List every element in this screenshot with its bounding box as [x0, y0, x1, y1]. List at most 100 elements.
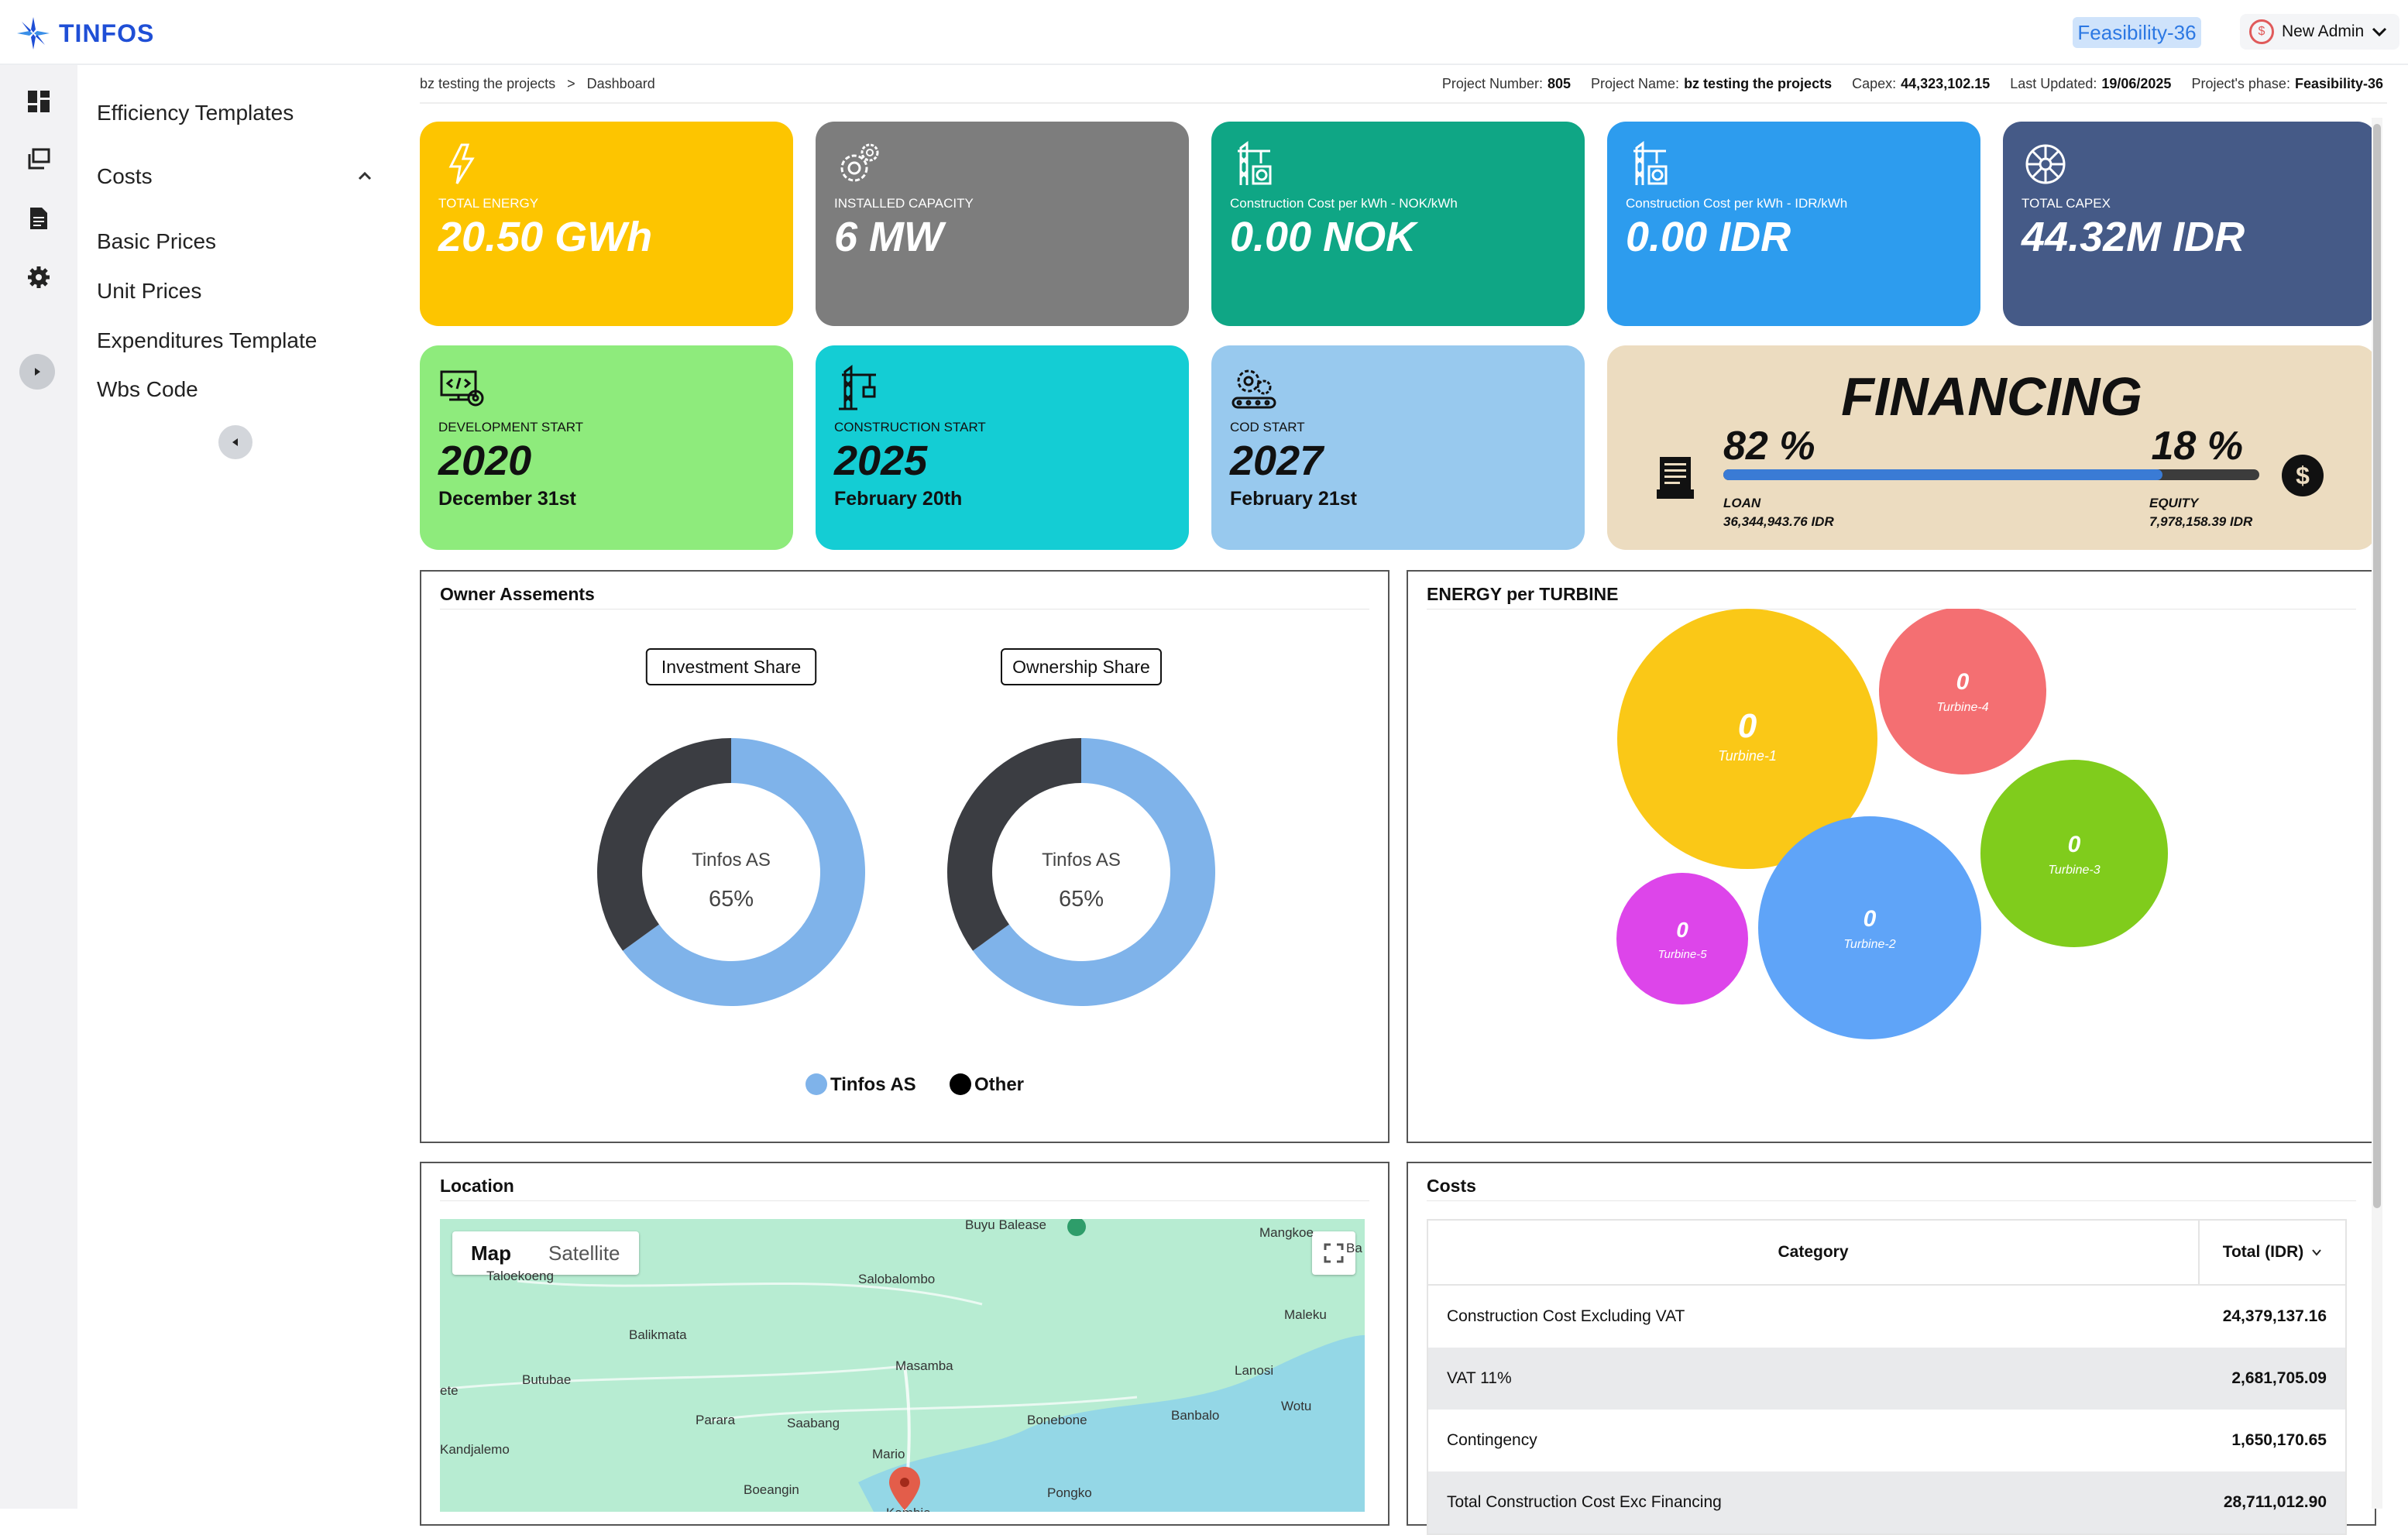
kpi-card-installed-capacity: INSTALLED CAPACITY 6 MW [816, 122, 1189, 326]
energy-per-turbine-panel: ENERGY per TURBINE 0 Turbine-1 0 Turbine-4 0… [1407, 570, 2376, 1143]
avatar: $ [2249, 19, 2274, 44]
loan-value: 36,344,943.76 IDR [1723, 514, 1834, 529]
caret-right-icon [35, 368, 40, 376]
donut-slice-other[interactable] [597, 738, 731, 951]
bubble-turbine-4[interactable]: 0 Turbine-4 [1879, 609, 2046, 774]
svg-text:$: $ [2296, 462, 2310, 489]
table-row[interactable]: Construction Cost Excluding VAT 24,379,1… [1428, 1286, 2345, 1348]
map-place-label: Lanosi [1235, 1363, 1274, 1378]
nav-unit-prices[interactable]: Unit Prices [97, 279, 201, 304]
breadcrumb-project[interactable]: bz testing the projects [420, 76, 555, 91]
donut-center-name: Tinfos AS [1042, 850, 1121, 871]
map-place-label: Buyu Balease [965, 1219, 1046, 1232]
nav-basic-prices[interactable]: Basic Prices [97, 229, 216, 254]
equity-value: 7,978,158.39 IDR [2149, 514, 2253, 529]
bubble-turbine-5[interactable]: 0 Turbine-5 [1616, 873, 1748, 1004]
project-number: 805 [1547, 76, 1572, 91]
map-place-label: Pongko [1047, 1485, 1092, 1500]
milestone-date: December 31st [438, 488, 576, 510]
donut-slice-other[interactable] [947, 738, 1081, 951]
scrollbar-thumb[interactable] [2373, 124, 2381, 1208]
kpi-card-cost-per-kwh-nok: Construction Cost per kWh - NOK/kWh 0.00… [1211, 122, 1585, 326]
project-meta: Project Number: 805 Project Name: bz testi… [1442, 76, 2383, 92]
map-place-label: Boeangin [744, 1482, 799, 1497]
milestone-year: 2025 [834, 438, 928, 484]
row-category: Total Construction Cost Exc Financing [1447, 1493, 1722, 1511]
table-header: Category Total (IDR) [1428, 1220, 2345, 1286]
map-place-label: Masamba [895, 1358, 953, 1373]
kpi-label: Construction Cost per kWh - NOK/kWh [1230, 196, 1458, 211]
nav-costs-group[interactable]: Costs [97, 164, 373, 189]
document-icon[interactable] [23, 203, 54, 234]
bubble-label: Turbine-3 [2048, 864, 2100, 877]
milestone-date: February 20th [834, 488, 963, 510]
row-total: 2,681,705.09 [2231, 1369, 2327, 1387]
expand-sidebar-button[interactable] [19, 354, 55, 390]
poi-icon [1067, 1219, 1086, 1236]
kpi-label: INSTALLED CAPACITY [834, 196, 974, 211]
nav-wbs-code[interactable]: Wbs Code [97, 377, 198, 402]
ownership-share-chart: Ownership Share Tinfos AS 65% [947, 648, 1215, 1006]
panel-title: Costs [1427, 1176, 1476, 1196]
kpi-value: 20.50 GWh [438, 214, 653, 260]
side-navigation: Efficiency Templates Costs Basic Prices … [77, 65, 392, 1509]
chevron-up-icon [358, 171, 372, 180]
map-place-label: Mario [872, 1447, 905, 1461]
icon-sidebar [0, 65, 77, 1509]
dollar-icon: $ [2281, 454, 2324, 501]
gear-conveyor-icon [1230, 364, 1278, 412]
user-name: New Admin [2282, 22, 2365, 40]
milestone-date: February 21st [1230, 488, 1357, 510]
row-total: 1,650,170.65 [2231, 1431, 2327, 1449]
projects-icon[interactable] [23, 144, 54, 175]
kpi-value: 6 MW [834, 214, 943, 260]
legend-label[interactable]: Other [974, 1074, 1024, 1095]
column-header-total[interactable]: Total (IDR) [2198, 1220, 2345, 1285]
donut-center-value: 65% [709, 887, 754, 912]
legend-label[interactable]: Tinfos AS [830, 1074, 916, 1095]
map-place-label: Saabang [787, 1416, 840, 1430]
bubble-label: Turbine-1 [1718, 748, 1777, 764]
nav-efficiency-templates[interactable]: Efficiency Templates [97, 101, 294, 125]
chart-legend: Tinfos AS Other [806, 1073, 1024, 1095]
nav-expenditures-template[interactable]: Expenditures Template [97, 328, 317, 353]
last-updated-label: Last Updated: [2010, 76, 2097, 91]
panel-title: Location [440, 1176, 514, 1196]
map-view[interactable]: Map Satellite Buyu Balease Mangkoe Taloe… [440, 1219, 1365, 1512]
legend-swatch[interactable] [806, 1073, 827, 1095]
costs-table: Category Total (IDR) Construction Cost E… [1427, 1219, 2347, 1535]
kpi-label: TOTAL CAPEX [2022, 196, 2111, 211]
table-body: Construction Cost Excluding VAT 24,379,1… [1428, 1286, 2345, 1533]
bubble-value: 0 [2068, 832, 2081, 857]
map-place-label: Parara [696, 1413, 736, 1427]
bubble-turbine-3[interactable]: 0 Turbine-3 [1980, 760, 2168, 947]
legend-swatch[interactable] [950, 1073, 971, 1095]
collapse-sidebar-button[interactable] [218, 425, 252, 459]
kpi-label: Construction Cost per kWh - IDR/kWh [1626, 196, 1848, 211]
map-place-label: Wotu [1281, 1399, 1312, 1413]
map-place-label: Balikmata [629, 1327, 687, 1342]
financing-title: FINANCING [1841, 366, 2142, 427]
tinfos-logo[interactable]: TINFOS [15, 15, 154, 51]
loan-percentage: 82 % [1723, 424, 1815, 469]
crane-icon [1626, 140, 1674, 188]
map-place-label: Taloekoeng [486, 1269, 554, 1283]
settings-gear-icon[interactable] [23, 262, 54, 293]
owner-assesments-panel: Owner Assements Investment Share Tinfos A… [420, 570, 1389, 1143]
dashboard-icon[interactable] [23, 86, 54, 117]
bubble-turbine-2[interactable]: 0 Turbine-2 [1758, 816, 1981, 1039]
project-name: bz testing the projects [1684, 76, 1833, 91]
main-content: bz testing the projects > Dashboard Proj… [392, 65, 2408, 1535]
table-row[interactable]: VAT 11% 2,681,705.09 [1428, 1348, 2345, 1410]
row-total: 24,379,137.16 [2222, 1307, 2327, 1325]
table-row[interactable]: Contingency 1,650,170.65 [1428, 1410, 2345, 1471]
map-place-label: Mangkoe [1259, 1225, 1314, 1240]
bubble-value: 0 [1864, 906, 1877, 932]
header-divider [420, 102, 2387, 104]
map-place-label: Ba [1346, 1241, 1362, 1255]
table-row[interactable]: Total Construction Cost Exc Financing 28… [1428, 1471, 2345, 1533]
column-header-category[interactable]: Category [1428, 1243, 2198, 1262]
row-category: Construction Cost Excluding VAT [1447, 1307, 1685, 1325]
user-menu-button[interactable]: $ New Admin [2240, 14, 2399, 50]
financing-bar [1723, 469, 2259, 480]
